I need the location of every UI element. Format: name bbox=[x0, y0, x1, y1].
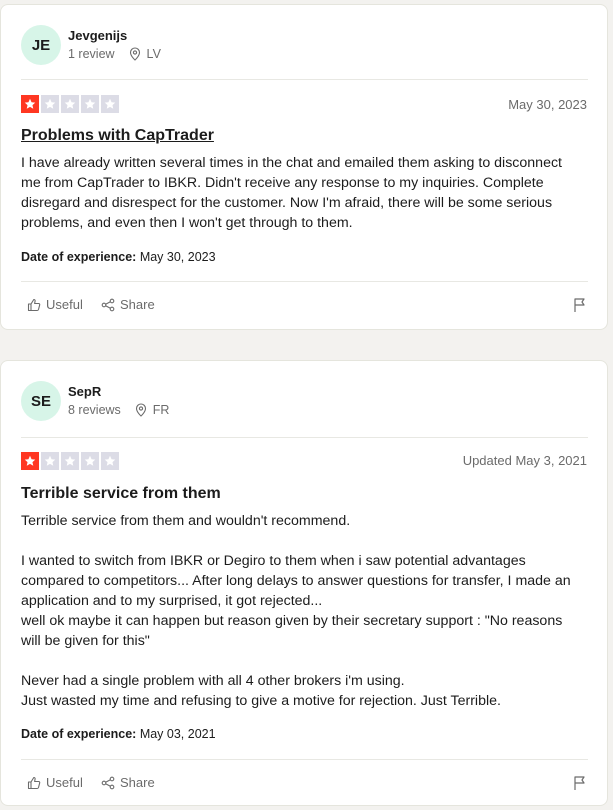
useful-label: Useful bbox=[46, 775, 83, 790]
experience-date: May 03, 2021 bbox=[139, 727, 216, 741]
reviewer-country: LV bbox=[146, 47, 161, 61]
thumbs-up-icon bbox=[27, 776, 41, 790]
review-title[interactable]: Problems with CapTrader bbox=[21, 127, 214, 145]
share-button[interactable]: Share bbox=[101, 297, 155, 312]
useful-button[interactable]: Useful bbox=[27, 297, 83, 312]
star-icon bbox=[61, 452, 79, 470]
share-label: Share bbox=[120, 297, 155, 312]
avatar[interactable]: JE bbox=[21, 25, 61, 65]
star-icon bbox=[81, 452, 99, 470]
thumbs-up-icon bbox=[27, 298, 41, 312]
divider bbox=[21, 437, 588, 438]
share-icon bbox=[101, 298, 115, 312]
star-icon bbox=[101, 95, 119, 113]
flag-icon[interactable] bbox=[573, 297, 587, 313]
share-button[interactable]: Share bbox=[101, 775, 155, 790]
useful-label: Useful bbox=[46, 297, 83, 312]
star-rating bbox=[21, 95, 119, 113]
date-of-experience: Date of experience: May 03, 2021 bbox=[21, 727, 216, 741]
flag-icon[interactable] bbox=[573, 775, 587, 791]
reviewer-meta: 8 reviews FR bbox=[68, 403, 169, 417]
location-pin-icon bbox=[135, 403, 147, 417]
share-label: Share bbox=[120, 775, 155, 790]
divider bbox=[21, 79, 588, 80]
useful-button[interactable]: Useful bbox=[27, 775, 83, 790]
reviewer-meta: 1 review LV bbox=[68, 47, 161, 61]
star-icon bbox=[41, 452, 59, 470]
star-icon bbox=[41, 95, 59, 113]
date-of-experience: Date of experience: May 30, 2023 bbox=[21, 250, 216, 264]
review-title[interactable]: Terrible service from them bbox=[21, 485, 221, 503]
reviewer-name[interactable]: SepR bbox=[68, 384, 101, 399]
review-card: JE Jevgenijs 1 review LV May 30, 2023 Pr… bbox=[0, 4, 608, 330]
star-icon bbox=[61, 95, 79, 113]
experience-label: Date of experience: bbox=[21, 727, 137, 741]
review-date: May 30, 2023 bbox=[508, 97, 587, 112]
avatar[interactable]: SE bbox=[21, 381, 61, 421]
star-icon bbox=[81, 95, 99, 113]
review-count: 1 review bbox=[68, 47, 115, 61]
star-icon bbox=[101, 452, 119, 470]
star-icon bbox=[21, 452, 39, 470]
review-body: I have already written several times in … bbox=[21, 155, 562, 231]
experience-label: Date of experience: bbox=[21, 250, 137, 264]
review-date: Updated May 3, 2021 bbox=[462, 453, 587, 468]
experience-date: May 30, 2023 bbox=[139, 250, 216, 264]
review-count: 8 reviews bbox=[68, 403, 121, 417]
divider bbox=[21, 759, 588, 760]
review-card: SE SepR 8 reviews FR Updated May 3, 2021… bbox=[0, 360, 608, 806]
star-icon bbox=[21, 95, 39, 113]
review-body: Terrible service from them and wouldn't … bbox=[21, 513, 571, 709]
divider bbox=[21, 281, 588, 282]
star-rating bbox=[21, 452, 119, 470]
reviewer-country: FR bbox=[152, 403, 170, 417]
location-pin-icon bbox=[129, 47, 141, 61]
reviewer-name[interactable]: Jevgenijs bbox=[68, 28, 127, 43]
share-icon bbox=[101, 776, 115, 790]
